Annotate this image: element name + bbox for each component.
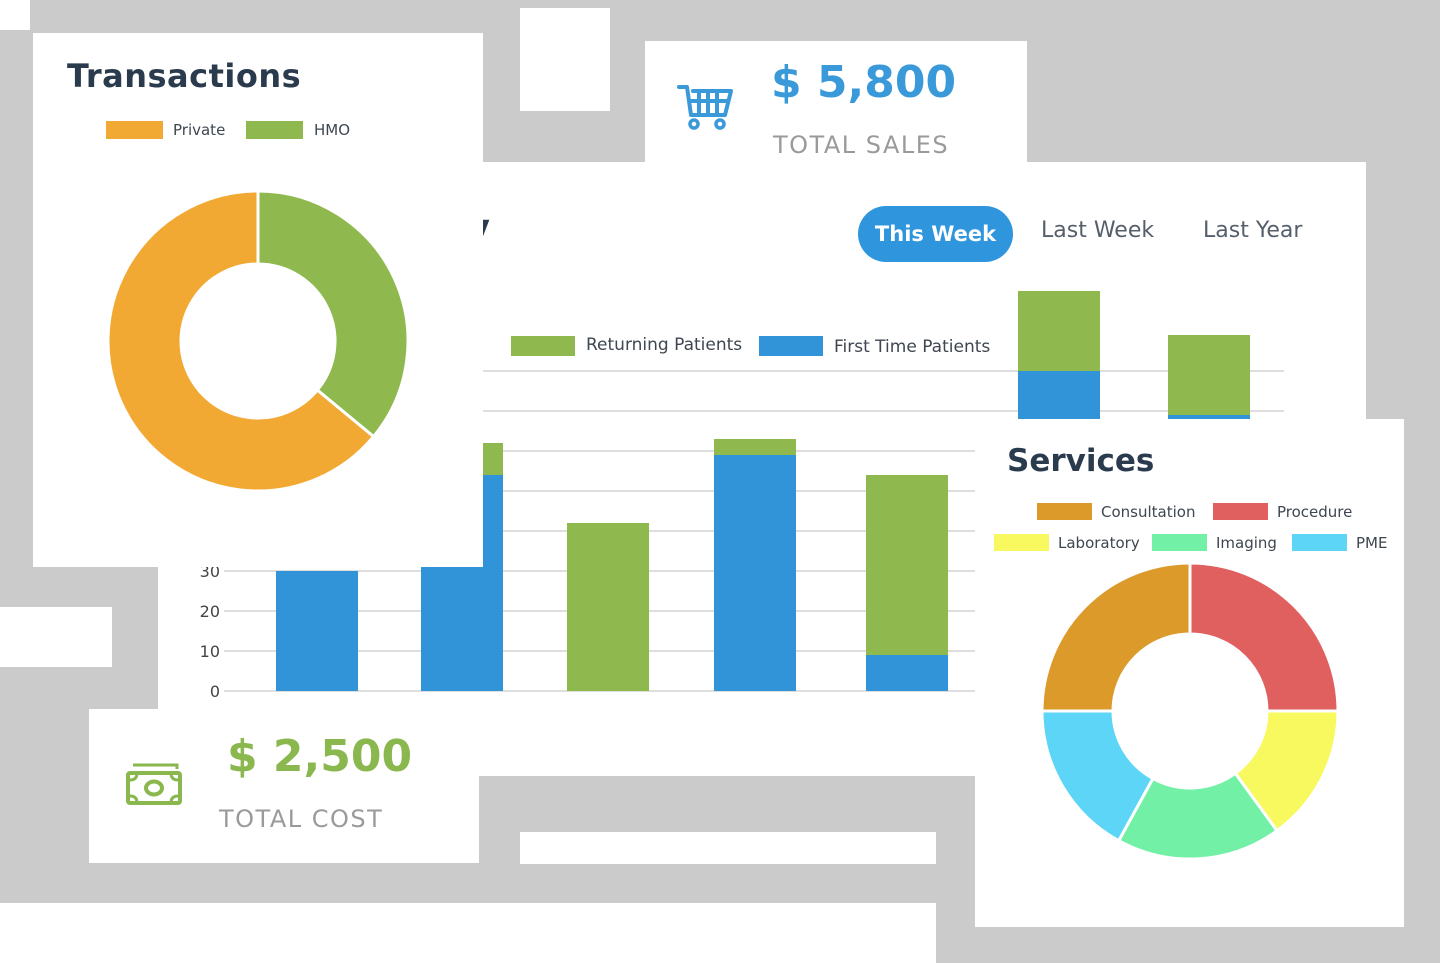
shopping-cart-icon bbox=[677, 85, 733, 130]
y-tick-label: 10 bbox=[200, 642, 220, 661]
bar-first-time[interactable] bbox=[276, 571, 358, 691]
y-tick-label: 0 bbox=[210, 682, 220, 701]
transactions-card: Transactions Private HMO bbox=[33, 33, 483, 567]
bar-returning[interactable] bbox=[1018, 291, 1100, 371]
slice-hmo[interactable] bbox=[256, 189, 410, 439]
bar-returning[interactable] bbox=[866, 475, 948, 655]
money-bill-icon bbox=[126, 763, 182, 805]
services-card: Services Consultation Procedure Laborato… bbox=[975, 419, 1404, 927]
bar-returning[interactable] bbox=[714, 439, 796, 455]
bar-first-time[interactable] bbox=[714, 455, 796, 691]
bar-returning[interactable] bbox=[567, 523, 649, 691]
total-cost-label: TOTAL COST bbox=[219, 805, 384, 833]
y-tick-label: 20 bbox=[200, 602, 220, 621]
transactions-donut-chart bbox=[106, 189, 410, 493]
bar-first-time[interactable] bbox=[866, 655, 948, 691]
services-donut-chart bbox=[1040, 561, 1340, 861]
total-sales-card: $ 5,800 TOTAL SALES bbox=[645, 41, 1027, 184]
total-sales-label: TOTAL SALES bbox=[773, 131, 950, 159]
total-cost-value: $ 2,500 bbox=[227, 731, 413, 782]
bar-returning[interactable] bbox=[1168, 335, 1250, 415]
total-sales-value: $ 5,800 bbox=[771, 57, 957, 108]
slice-procedure[interactable] bbox=[1188, 561, 1340, 713]
total-cost-card: $ 2,500 TOTAL COST bbox=[89, 709, 479, 863]
slice-consultation[interactable] bbox=[1040, 561, 1192, 713]
